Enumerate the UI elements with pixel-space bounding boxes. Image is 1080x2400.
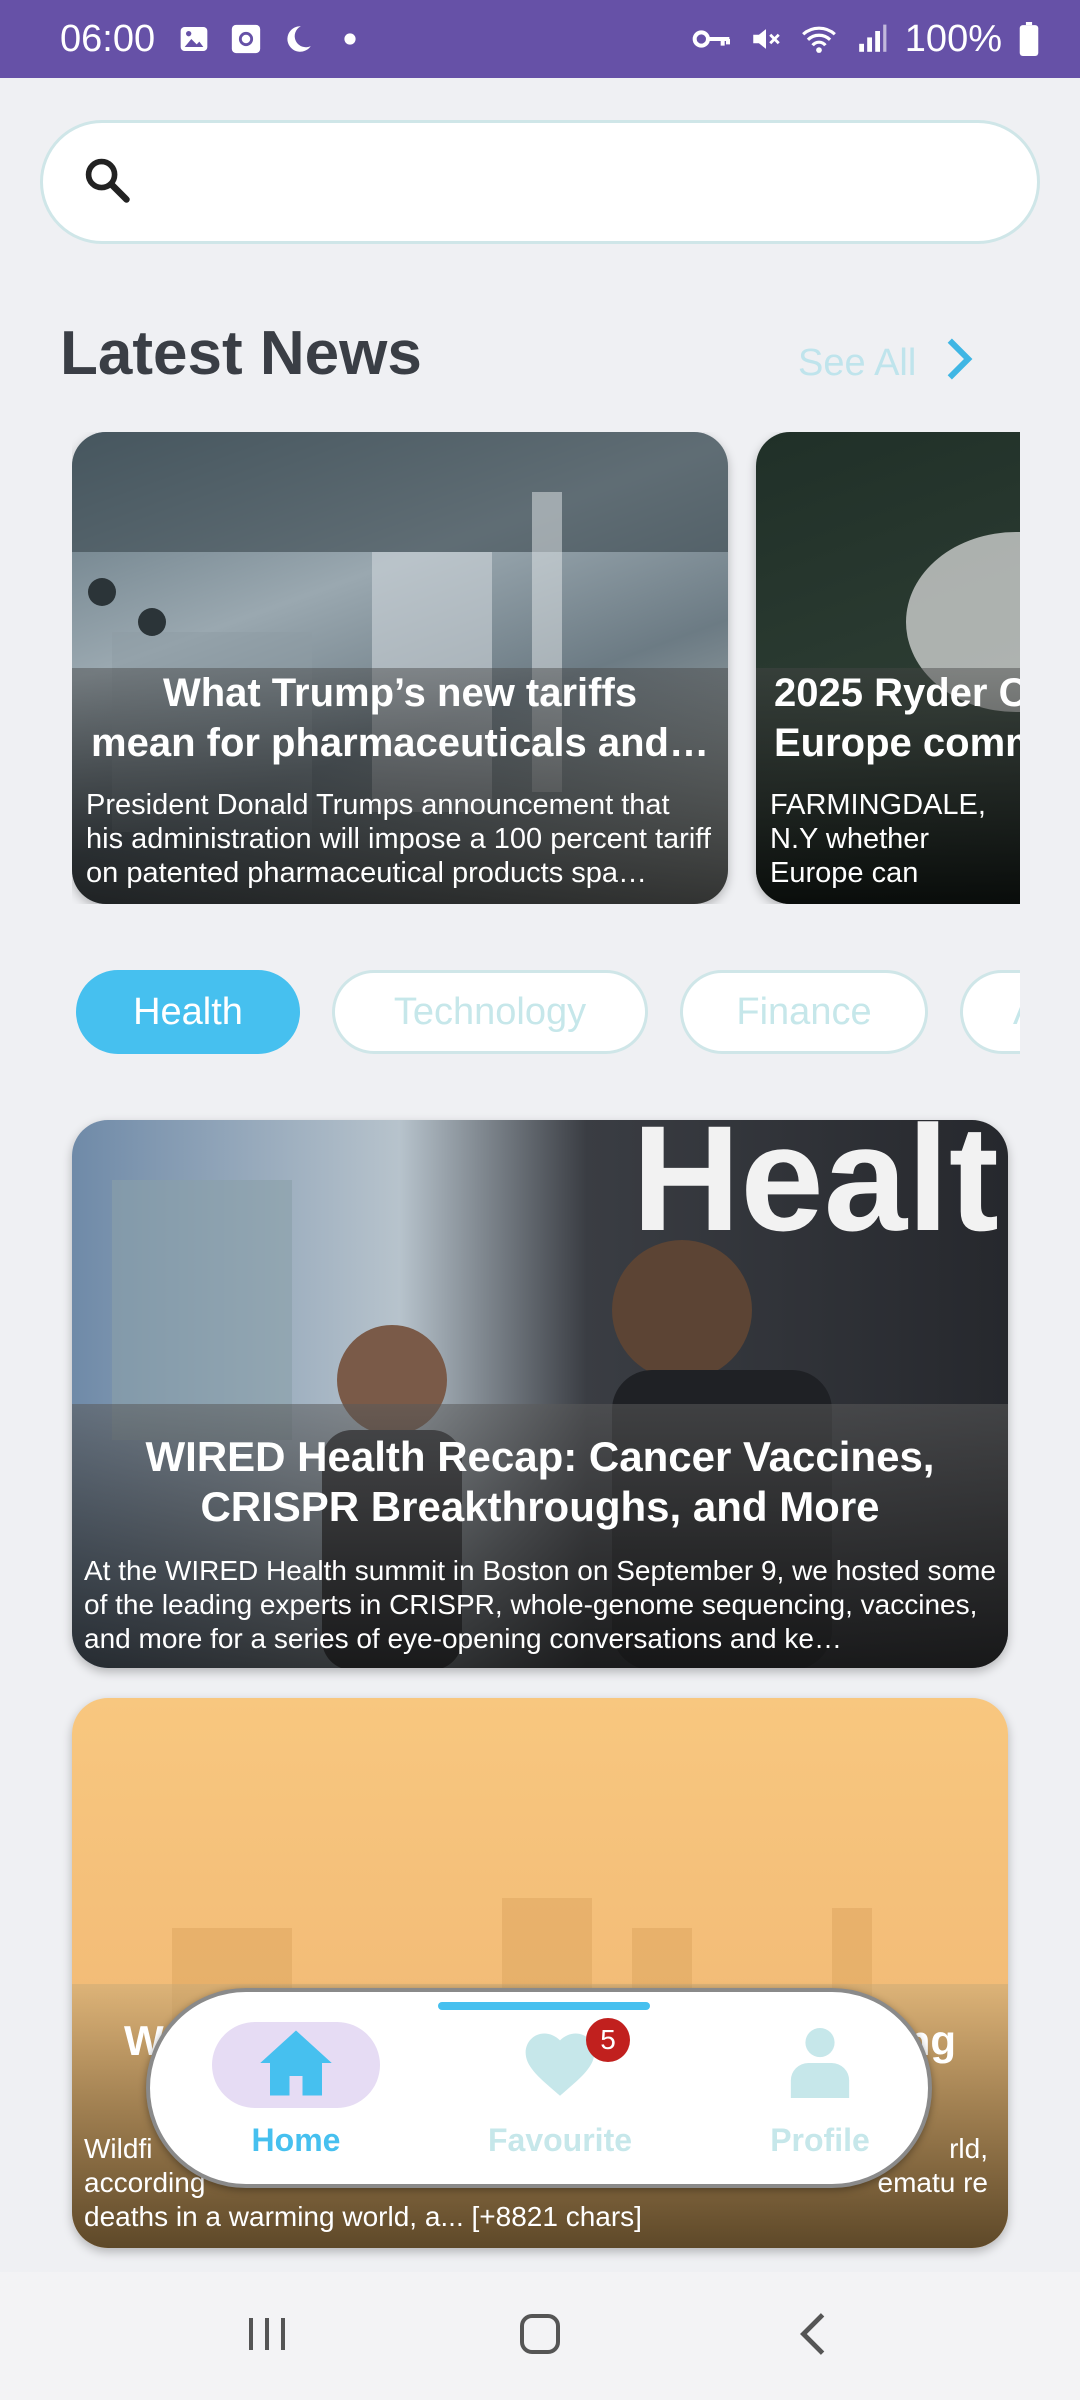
news-desc-line3: deaths in a warming world, a... [+8821 c… [84,2201,642,2232]
search-icon [81,154,133,211]
chip-more[interactable]: A [960,970,1020,1054]
key-icon [691,22,733,56]
chevron-right-icon [944,336,974,391]
screenshot-icon [229,22,263,56]
nav-label-profile: Profile [770,2122,870,2158]
chip-health[interactable]: Health [76,970,300,1054]
home-button[interactable] [500,2296,580,2376]
see-all-label: See All [798,342,917,384]
status-time: 06:00 [60,17,156,60]
home-square-icon [518,2312,562,2361]
moon-icon [281,22,315,56]
status-bar: 06:00 100% [0,0,1080,78]
battery-icon [1018,22,1040,56]
home-icon [257,2026,335,2105]
news-title: What Trump’s new tariffs mean for pharma… [91,671,709,765]
nav-active-indicator [438,2002,650,2010]
mute-icon [749,22,783,56]
news-description: FARMINGDALE, N.Y whether Europe can stat… [770,789,1017,892]
chip-technology[interactable]: Technology [332,970,648,1054]
category-chips: Health Technology Finance A [76,970,1020,1056]
news-title: WIRED Health Recap: Cancer Vaccines, CRI… [145,1433,935,1530]
wifi-icon [799,22,839,56]
image-icon [177,22,211,56]
back-button[interactable] [773,2296,853,2376]
signal-icon [855,22,889,56]
nav-label-favourite: Favourite [487,2122,633,2158]
battery-percent: 100% [904,17,1002,60]
latest-news-carousel[interactable]: What Trump’s new tariffs mean for pharma… [72,432,1020,904]
latest-news-card[interactable]: 2025 Ryder C Europe comm FARMINGDALE, N.… [756,432,1020,904]
news-description: President Donald Trumps announcement tha… [86,789,711,889]
feed-card[interactable]: Healt WIRED Health Recap: Cancer Vaccine… [72,1120,1008,1668]
search-bar[interactable] [40,120,1040,244]
news-title: 2025 Ryder C Europe comm [774,671,1020,765]
nav-item-profile[interactable]: Profile [720,2022,920,2172]
bottom-navigation: Home 5 Favourite Profile [146,1988,932,2188]
latest-news-card[interactable]: What Trump’s new tariffs mean for pharma… [72,432,728,904]
chip-finance[interactable]: Finance [680,970,928,1054]
recent-apps-button[interactable] [227,2296,307,2376]
search-input[interactable] [153,142,1037,222]
nav-label-home: Home [251,2122,341,2158]
nav-item-favourite[interactable]: 5 Favourite [460,2018,660,2172]
section-title-latest-news: Latest News [60,319,422,388]
dot-icon [333,22,367,56]
favourite-count-badge: 5 [586,2018,630,2062]
news-description: At the WIRED Health summit in Boston on … [84,1555,996,1654]
recent-apps-icon [245,2314,289,2359]
back-icon [798,2310,828,2363]
see-all-link[interactable]: See All [798,336,974,391]
nav-item-home[interactable]: Home [196,2022,396,2172]
system-navigation-bar [0,2272,1080,2400]
person-icon [785,2023,855,2108]
